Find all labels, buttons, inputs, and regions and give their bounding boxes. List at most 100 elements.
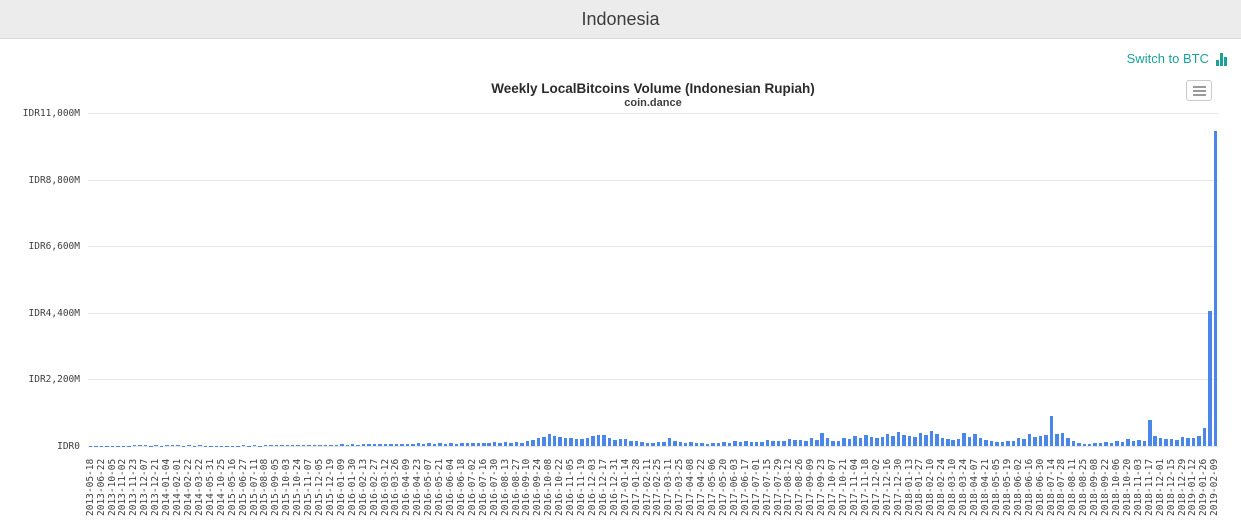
bar[interactable] [361,444,366,446]
bar[interactable] [372,444,377,446]
bar[interactable] [678,441,683,446]
bar[interactable] [825,437,830,446]
bar[interactable] [836,441,841,446]
bar[interactable] [662,442,666,446]
bar[interactable] [1071,441,1076,446]
bar[interactable] [651,442,655,446]
bar[interactable] [1098,443,1103,446]
bar[interactable] [896,432,901,446]
bar[interactable] [1164,439,1168,446]
bar[interactable] [847,439,852,446]
bar[interactable] [853,436,857,446]
bar[interactable] [405,443,410,446]
bar[interactable] [427,443,431,446]
bar[interactable] [935,433,939,446]
bar[interactable] [487,443,491,446]
bar[interactable] [154,445,158,446]
bar[interactable] [269,445,273,446]
bar[interactable] [656,442,661,446]
bar[interactable] [454,443,459,446]
bar[interactable] [722,442,726,446]
bar[interactable] [482,442,486,446]
bar[interactable] [1044,434,1048,446]
bar[interactable] [782,441,786,446]
bar[interactable] [629,440,633,446]
bar[interactable] [525,441,530,446]
bar[interactable] [432,443,437,446]
bar[interactable] [727,442,732,446]
bar[interactable] [1126,439,1130,446]
bar[interactable] [1208,310,1212,446]
bar[interactable] [951,439,955,446]
bar[interactable] [689,442,693,446]
bar[interactable] [323,445,328,446]
bar[interactable] [623,439,628,446]
bar[interactable] [804,440,808,446]
bar[interactable] [1087,443,1092,446]
bar[interactable] [880,437,884,446]
bar[interactable] [465,443,470,446]
bar[interactable] [438,443,442,446]
bar[interactable] [263,444,268,446]
bar[interactable] [891,435,895,446]
bar[interactable] [1213,131,1217,446]
bar[interactable] [580,439,584,446]
bar[interactable] [602,435,606,446]
bar[interactable] [1066,437,1070,446]
bar[interactable] [946,438,950,446]
bar[interactable] [760,441,764,446]
bar[interactable] [1180,436,1185,446]
bar[interactable] [765,439,770,446]
bar[interactable] [383,443,388,446]
bar[interactable] [1104,442,1108,446]
bar[interactable] [864,435,868,446]
bar[interactable] [1158,438,1163,446]
bar[interactable] [929,431,934,446]
bar[interactable] [869,436,874,446]
bar[interactable] [967,436,972,446]
bar[interactable] [607,437,612,446]
bar[interactable] [1197,436,1201,446]
bar[interactable] [394,443,399,446]
bar[interactable] [514,441,519,446]
bar[interactable] [334,444,339,446]
bar[interactable] [700,443,704,446]
bar[interactable] [536,438,541,446]
bar[interactable] [542,436,546,446]
bar[interactable] [1017,438,1021,446]
bar[interactable] [1022,439,1026,446]
bar[interactable] [989,440,994,446]
bar[interactable] [738,442,743,446]
bar[interactable] [749,441,753,446]
bar[interactable] [443,443,448,446]
bar[interactable] [973,434,977,446]
bar[interactable] [492,442,497,446]
bar[interactable] [995,441,999,446]
bar[interactable] [1191,438,1196,446]
bar[interactable] [498,442,502,446]
bar[interactable] [351,444,355,446]
bar[interactable] [1131,440,1136,446]
bar[interactable] [684,442,688,446]
bar[interactable] [1049,415,1054,446]
bar[interactable] [241,445,246,446]
bar[interactable] [716,443,721,446]
bar[interactable] [1169,438,1174,446]
bar[interactable] [509,442,513,446]
bar[interactable] [416,443,420,446]
bar[interactable] [503,442,508,446]
bar[interactable] [585,437,590,446]
bar[interactable] [285,445,289,446]
bar[interactable] [318,444,322,446]
bar[interactable] [645,442,650,446]
bar[interactable] [776,440,781,446]
bar[interactable] [1115,441,1119,446]
bar[interactable] [552,436,557,446]
bar[interactable] [733,441,737,446]
bar[interactable] [842,438,846,446]
bar[interactable] [531,439,535,446]
bar[interactable] [340,444,344,446]
bar[interactable] [132,444,137,446]
bar[interactable] [449,442,453,446]
bar[interactable] [673,440,677,446]
